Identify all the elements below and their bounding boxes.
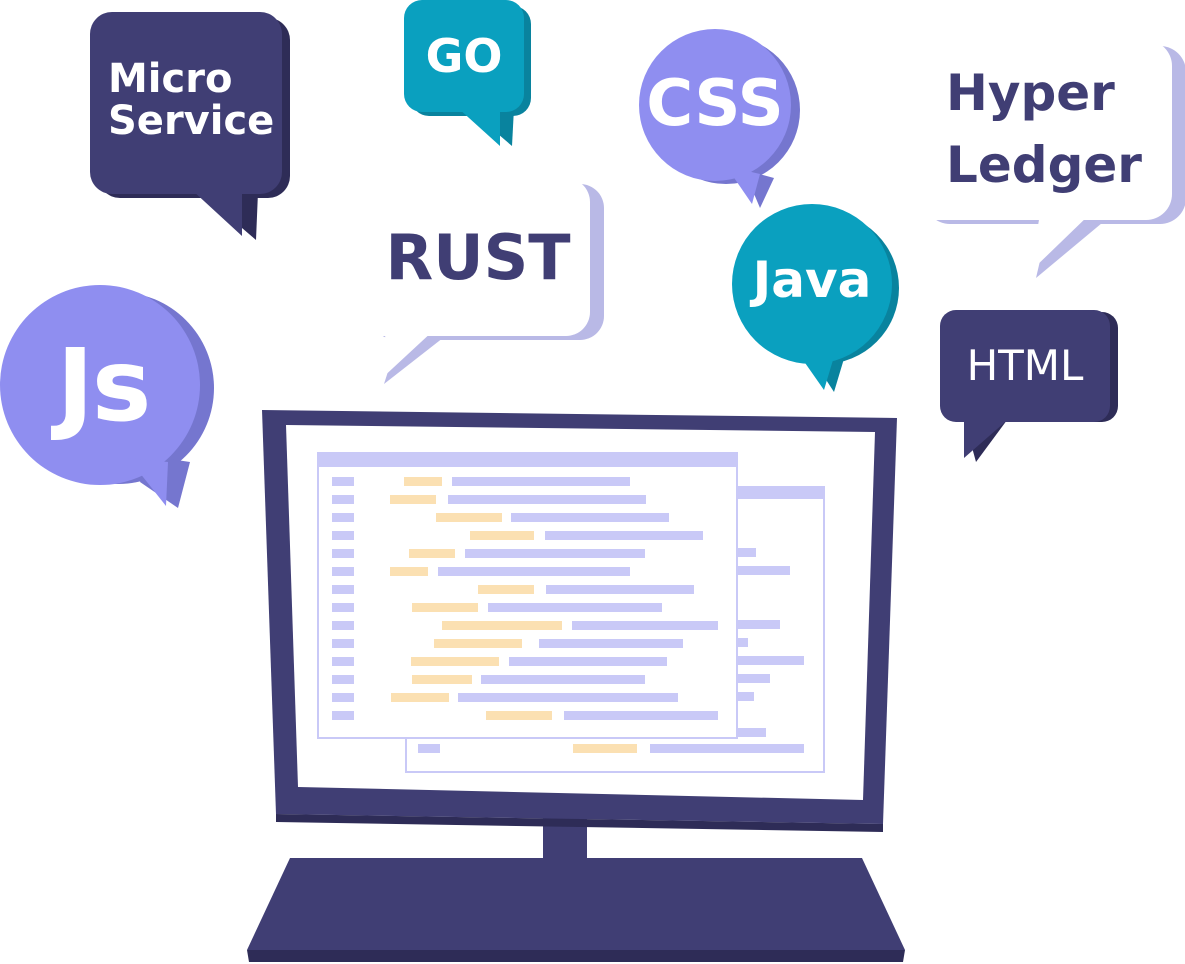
code-line-number: [332, 531, 354, 540]
code-line-number: [332, 549, 354, 558]
code-text: [738, 548, 756, 557]
code-text: [545, 531, 703, 540]
code-line-number: [332, 477, 354, 486]
js-bubble: [0, 285, 214, 508]
code-line-number: [332, 621, 354, 630]
code-text: [738, 728, 766, 737]
monitor-base: [247, 858, 905, 950]
code-keyword: [486, 711, 552, 720]
code-line-number: [332, 603, 354, 612]
code-line-number: [332, 513, 354, 522]
go-bubble: [404, 0, 531, 146]
code-keyword: [478, 585, 534, 594]
code-text: [738, 566, 790, 575]
code-line-number: [332, 657, 354, 666]
code-keyword: [411, 657, 499, 666]
code-keyword: [390, 495, 436, 504]
html-bubble: [940, 310, 1118, 462]
code-line-number: [332, 675, 354, 684]
code-text: [738, 692, 754, 701]
code-keyword: [409, 549, 455, 558]
code-text: [738, 656, 804, 665]
rust-bubble: [358, 178, 604, 384]
code-line-number: [418, 744, 440, 753]
code-line-number: [332, 495, 354, 504]
code-text: [452, 477, 630, 486]
code-line-number: [332, 711, 354, 720]
code-keyword: [470, 531, 534, 540]
code-keyword: [412, 675, 472, 684]
code-text: [511, 513, 669, 522]
code-text: [509, 657, 667, 666]
code-line-number: [332, 585, 354, 594]
code-editor-front-window: [317, 452, 738, 739]
code-text: [488, 603, 662, 612]
code-line-number: [332, 693, 354, 702]
code-line-number: [332, 639, 354, 648]
monitor-base-edge: [247, 950, 905, 962]
code-keyword: [412, 603, 478, 612]
code-keyword: [434, 639, 522, 648]
code-text: [465, 549, 645, 558]
code-text: [738, 674, 770, 683]
front-window-titlebar: [318, 453, 737, 467]
code-text: [738, 638, 748, 647]
code-text: [738, 620, 780, 629]
code-keyword: [404, 477, 442, 486]
code-text: [564, 711, 718, 720]
code-keyword: [436, 513, 502, 522]
code-text: [438, 567, 630, 576]
code-keyword: [390, 567, 428, 576]
micro-service-bubble: [90, 12, 290, 240]
code-text: [650, 744, 804, 753]
code-keyword: [391, 693, 449, 702]
code-text: [572, 621, 718, 630]
programming-languages-illustration: [0, 0, 1185, 962]
hyper-ledger-bubble: [910, 40, 1185, 278]
code-text: [458, 693, 678, 702]
code-keyword: [573, 744, 637, 753]
code-text: [448, 495, 646, 504]
java-bubble: [732, 204, 899, 392]
code-text: [539, 639, 683, 648]
css-bubble: [639, 29, 800, 208]
code-keyword: [442, 621, 562, 630]
code-text: [546, 585, 694, 594]
code-text: [481, 675, 645, 684]
code-line-number: [332, 567, 354, 576]
